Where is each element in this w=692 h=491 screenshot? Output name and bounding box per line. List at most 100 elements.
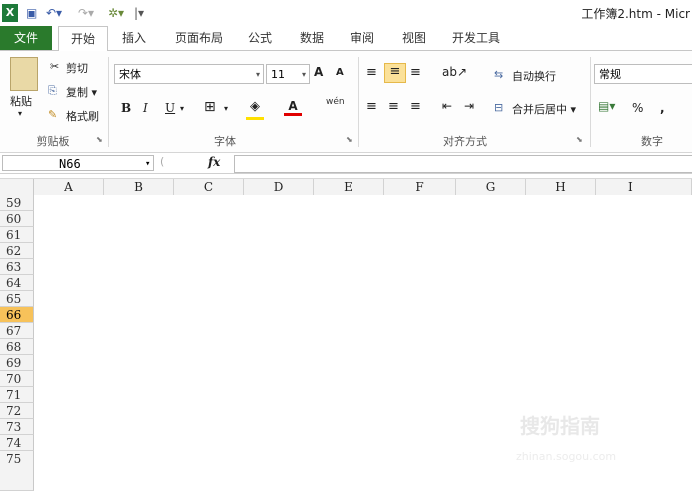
merge-center-button[interactable]: 合并后居中 ▾	[512, 101, 576, 117]
insert-function-button[interactable]: fx	[208, 155, 220, 169]
font-size-value: 11	[271, 68, 285, 81]
align-middle-icon[interactable]: ≡	[384, 63, 406, 83]
alignment-launcher-icon[interactable]: ⬊	[576, 135, 583, 144]
column-header[interactable]: A	[34, 179, 104, 195]
align-bottom-icon[interactable]: ≡	[410, 65, 421, 80]
shrink-font-button[interactable]: A	[336, 67, 344, 78]
name-box-value: N66	[59, 157, 81, 171]
separator	[108, 57, 109, 147]
paste-icon[interactable]	[10, 57, 38, 91]
row-header[interactable]: 68	[0, 339, 34, 355]
row-header[interactable]: 73	[0, 419, 34, 435]
watermark-url: zhinan.sogou.com	[516, 450, 617, 463]
merge-icon[interactable]: ⊟	[494, 101, 503, 114]
tab-view[interactable]: 视图	[392, 26, 436, 50]
excel-logo-icon[interactable]: X	[2, 4, 18, 22]
bold-button[interactable]: B	[121, 101, 131, 115]
worksheet-grid[interactable]	[34, 195, 692, 491]
redo-icon[interactable]: ↷▾	[78, 4, 94, 22]
column-header[interactable]: D	[244, 179, 314, 195]
tab-page-layout[interactable]: 页面布局	[166, 26, 232, 50]
row-header[interactable]: 67	[0, 323, 34, 339]
grow-font-button[interactable]: A	[314, 65, 323, 79]
align-top-icon[interactable]: ≡	[366, 65, 377, 80]
formula-input[interactable]	[234, 155, 692, 173]
title-bar: X ▣ ↶▾ ↷▾ ✲▾ |▾ 工作簿2.htm - Micr	[0, 0, 692, 26]
column-header[interactable]: I	[596, 179, 692, 195]
row-header[interactable]: 71	[0, 387, 34, 403]
name-box[interactable]: N66 ▾	[2, 155, 154, 171]
font-name-combo[interactable]: 宋体 ▾	[114, 64, 264, 84]
font-size-combo[interactable]: 11 ▾	[266, 64, 310, 84]
paste-dropdown-icon[interactable]: ▾	[18, 109, 22, 118]
column-header[interactable]: B	[104, 179, 174, 195]
copy-icon[interactable]: ⎘	[48, 84, 57, 98]
underline-button[interactable]: U	[165, 101, 175, 115]
number-format-value: 常规	[599, 68, 621, 81]
row-header[interactable]: 62	[0, 243, 34, 259]
cut-button[interactable]: 剪切	[66, 60, 88, 76]
ribbon: 粘贴 ▾ ✂ 剪切 ⎘ 复制 ▾ ✎ 格式刷 剪贴板 ⬊ 宋体 ▾ 11 ▾ A A…	[0, 51, 692, 153]
tab-developer[interactable]: 开发工具	[444, 26, 508, 50]
row-header[interactable]: 60	[0, 211, 34, 227]
row-header[interactable]: 70	[0, 371, 34, 387]
column-header[interactable]: F	[384, 179, 456, 195]
font-launcher-icon[interactable]: ⬊	[346, 135, 353, 144]
column-header[interactable]: G	[456, 179, 526, 195]
orientation-icon[interactable]: ab↗	[442, 65, 467, 79]
accounting-icon[interactable]: ▤▾	[598, 99, 615, 113]
chevron-down-icon: ▾	[255, 70, 260, 79]
cut-icon[interactable]: ✂	[50, 60, 59, 73]
column-header[interactable]: H	[526, 179, 596, 195]
wrap-text-icon[interactable]: ⇆	[494, 68, 503, 81]
border-icon[interactable]: ⊞	[204, 99, 216, 115]
decrease-indent-icon[interactable]: ⇤	[442, 99, 452, 113]
row-header[interactable]: 74	[0, 435, 34, 451]
align-center-icon[interactable]: ≡	[388, 99, 399, 114]
clipboard-launcher-icon[interactable]: ⬊	[96, 135, 103, 144]
copy-button[interactable]: 复制 ▾	[66, 84, 97, 100]
number-format-combo[interactable]: 常规	[594, 64, 692, 84]
row-header[interactable]: 69	[0, 355, 34, 371]
align-left-icon[interactable]: ≡	[366, 99, 377, 114]
column-header[interactable]: E	[314, 179, 384, 195]
column-header[interactable]: C	[174, 179, 244, 195]
row-header[interactable]: 64	[0, 275, 34, 291]
italic-button[interactable]: I	[143, 101, 148, 115]
tab-data[interactable]: 数据	[290, 26, 334, 50]
row-header[interactable]: 72	[0, 403, 34, 419]
percent-button[interactable]: %	[632, 101, 643, 115]
chevron-down-icon[interactable]: ▾	[145, 156, 150, 172]
phonetic-button[interactable]: wén	[326, 97, 345, 107]
format-painter-icon[interactable]: ✎	[48, 108, 57, 121]
chevron-down-icon: ▾	[301, 70, 306, 79]
paste-button[interactable]: 粘贴	[10, 93, 32, 109]
row-header-selected[interactable]: 66	[0, 307, 34, 323]
row-header[interactable]: 59	[0, 195, 34, 211]
tab-home[interactable]: 开始	[58, 26, 108, 52]
tab-review[interactable]: 审阅	[342, 26, 382, 50]
tab-insert[interactable]: 插入	[112, 26, 156, 50]
ribbon-tabs: 文件 开始 插入 页面布局 公式 数据 审阅 视图 开发工具	[0, 26, 692, 52]
undo-icon[interactable]: ↶▾	[46, 4, 62, 22]
font-color-button[interactable]: A	[284, 99, 302, 116]
row-header[interactable]: 75	[0, 451, 34, 491]
wrap-text-button[interactable]: 自动换行	[512, 68, 556, 84]
select-all-corner[interactable]	[0, 179, 34, 195]
format-painter-button[interactable]: 格式刷	[66, 108, 99, 124]
chevron-down-icon[interactable]: ▾	[224, 104, 228, 113]
row-header[interactable]: 61	[0, 227, 34, 243]
tab-formulas[interactable]: 公式	[240, 26, 280, 50]
comma-button[interactable]: ,	[660, 101, 665, 115]
row-header[interactable]: 63	[0, 259, 34, 275]
chevron-down-icon[interactable]: ▾	[180, 104, 184, 113]
fill-color-icon[interactable]: ◈	[246, 99, 264, 120]
save-icon[interactable]: ▣	[26, 4, 37, 22]
qat-more-icon[interactable]: |▾	[134, 4, 144, 22]
align-right-icon[interactable]: ≡	[410, 99, 421, 114]
tab-file[interactable]: 文件	[0, 26, 52, 50]
increase-indent-icon[interactable]: ⇥	[464, 99, 474, 113]
customize-icon[interactable]: ✲▾	[108, 4, 124, 22]
row-header[interactable]: 65	[0, 291, 34, 307]
font-name-value: 宋体	[119, 68, 141, 81]
